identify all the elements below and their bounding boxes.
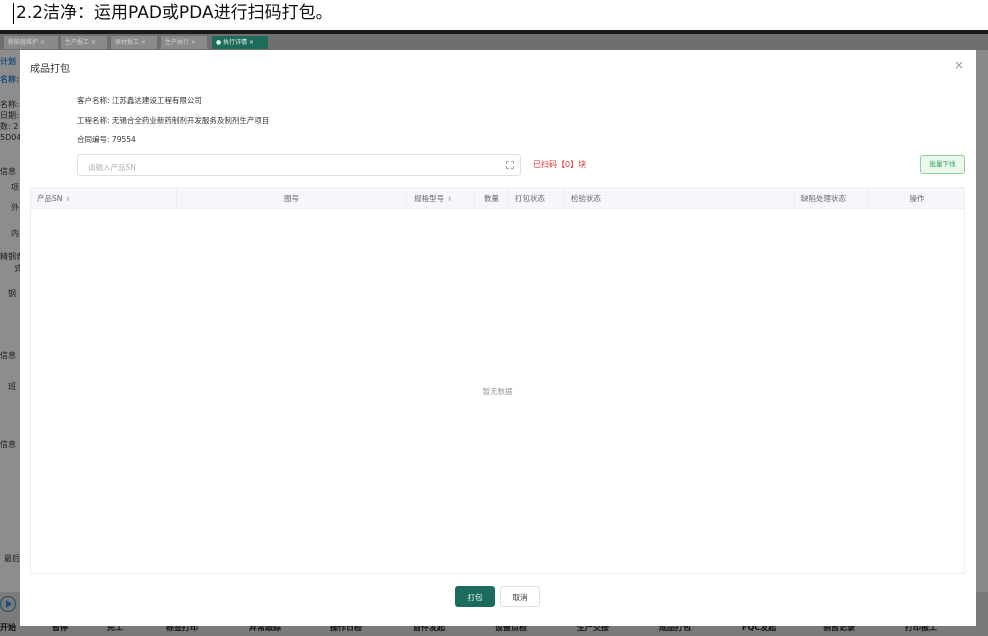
contract-label: 合同编号: xyxy=(77,135,110,144)
project-value: 无锡合全药业新药制剂开发服务及制剂生产项目 xyxy=(111,116,270,125)
col-drawing-label: 图号 xyxy=(284,194,299,203)
left-label: 信息 xyxy=(0,167,16,176)
tab-material-report[interactable]: 原材报工 × xyxy=(111,36,157,49)
project-row: 工程名称: 无锡合全药业新药制剂开发服务及制剂生产项目 xyxy=(77,115,269,126)
left-label: 名称: xyxy=(0,75,20,84)
tab-production-report[interactable]: 生产报工 × xyxy=(61,36,107,49)
customer-row: 客户名称: 江苏鑫达建设工程有限公司 xyxy=(77,95,202,106)
left-label: 项 xyxy=(11,183,19,192)
left-label: 班 xyxy=(8,382,16,391)
col-sn-label: 产品SN xyxy=(37,194,63,203)
col-pack-status: 打包状态 xyxy=(509,188,565,209)
sn-input[interactable] xyxy=(78,157,488,178)
pack-button[interactable]: 打包 xyxy=(455,586,495,607)
tab-bar: 新陷器维护 × 生产报工 × 原材报工 × 生产执行 × ● 执行详情 × xyxy=(0,34,988,50)
scanned-count: 已扫码【0】块 xyxy=(533,160,587,169)
close-icon[interactable]: × xyxy=(954,58,964,72)
sort-icon[interactable]: ⬍ xyxy=(65,196,70,203)
sn-search-box xyxy=(77,154,521,178)
col-inspect-status-label: 检验状态 xyxy=(571,194,601,203)
col-inspect-status: 检验状态 xyxy=(565,188,795,209)
left-label: 钢 xyxy=(8,289,16,298)
col-pack-status-label: 打包状态 xyxy=(515,194,545,203)
scan-icon[interactable] xyxy=(506,161,514,169)
text-cursor xyxy=(13,3,14,24)
left-label: 日期: xyxy=(0,111,19,120)
left-label: 计划 xyxy=(0,57,16,66)
left-label: 5D04 xyxy=(0,133,22,142)
left-label: 信息 xyxy=(0,440,16,449)
table-header: 产品SN ⬍ 图号 规格型号 ⬍ 数量 打包状态 检验状态 缺陷处理状态 操作 xyxy=(31,188,964,209)
col-defect-status: 缺陷处理状态 xyxy=(795,188,869,209)
left-label: 内 xyxy=(11,229,19,238)
col-defect-status-label: 缺陷处理状态 xyxy=(801,194,846,203)
col-action-label: 操作 xyxy=(909,194,925,203)
left-label: 外 xyxy=(11,203,19,212)
left-panel: 计划 名称: 名称: 日期: 数: 2 5D04 信息 项 外 内 精钢表 式 … xyxy=(0,50,24,610)
action-start[interactable]: 开始 xyxy=(0,622,16,633)
right-panel xyxy=(976,50,988,610)
product-table: 产品SN ⬍ 图号 规格型号 ⬍ 数量 打包状态 检验状态 缺陷处理状态 操作 暂无… xyxy=(30,187,965,574)
project-label: 工程名称: xyxy=(77,116,110,125)
tab-maintenance[interactable]: 新陷器维护 × xyxy=(4,36,58,49)
empty-state: 暂无数据 xyxy=(482,387,513,396)
caption-text: 2.2洁净：运用PAD或PDA进行扫码打包。 xyxy=(16,3,333,23)
pack-dialog: 成品打包 × 客户名称: 江苏鑫达建设工程有限公司 工程名称: 无锡合全药业新药… xyxy=(20,50,976,626)
dialog-title: 成品打包 xyxy=(30,64,70,75)
left-label: 信息 xyxy=(0,351,16,360)
col-qty-label: 数量 xyxy=(484,194,499,203)
tab-exec-detail[interactable]: ● 执行详情 × xyxy=(212,36,268,49)
contract-row: 合同编号: 79554 xyxy=(77,134,136,145)
col-qty: 数量 xyxy=(475,188,509,209)
document-caption: 2.2洁净：运用PAD或PDA进行扫码打包。 xyxy=(0,0,988,30)
play-icon[interactable] xyxy=(0,596,16,612)
tab-production-exec[interactable]: 生产执行 × xyxy=(161,36,207,49)
col-spec[interactable]: 规格型号 ⬍ xyxy=(407,188,475,209)
left-label: 数: 2 xyxy=(0,122,19,131)
left-label: 最后 xyxy=(4,554,20,563)
col-drawing: 图号 xyxy=(177,188,407,209)
col-sn[interactable]: 产品SN ⬍ xyxy=(31,188,177,209)
left-label: 名称: xyxy=(0,100,19,109)
batch-offline-button[interactable]: 批量下线 xyxy=(920,155,965,174)
contract-value: 79554 xyxy=(111,135,136,144)
app-screenshot: 新陷器维护 × 生产报工 × 原材报工 × 生产执行 × ● 执行详情 × 计划… xyxy=(0,30,988,636)
customer-value: 江苏鑫达建设工程有限公司 xyxy=(111,96,202,105)
col-spec-label: 规格型号 xyxy=(414,194,444,203)
sort-icon[interactable]: ⬍ xyxy=(447,196,452,203)
cancel-button[interactable]: 取消 xyxy=(500,586,540,607)
col-action: 操作 xyxy=(869,188,965,209)
customer-label: 客户名称: xyxy=(77,96,110,105)
